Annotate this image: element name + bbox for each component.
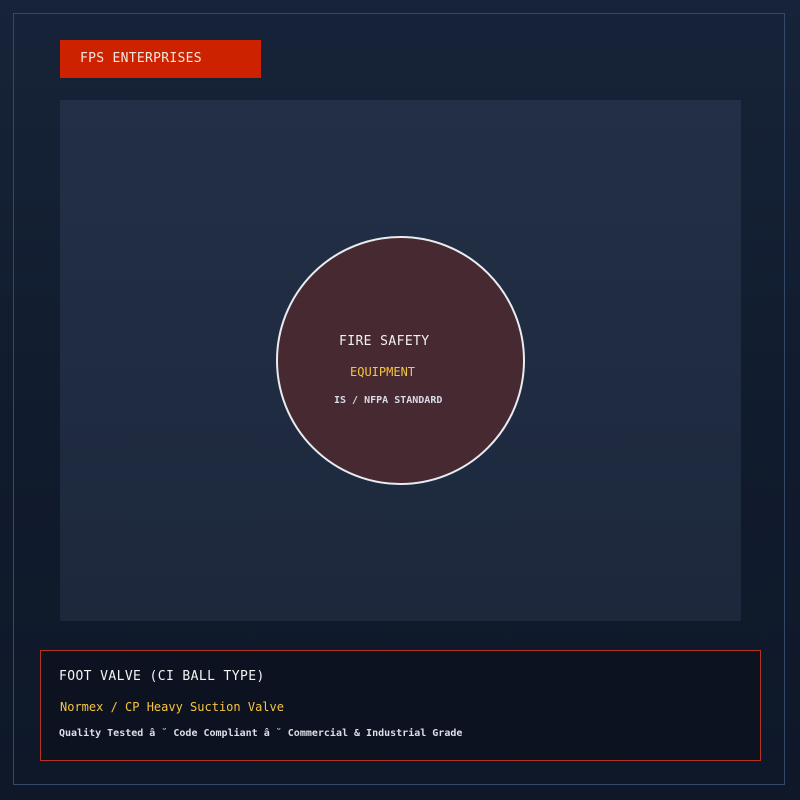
emblem-title: FIRE SAFETY bbox=[339, 334, 430, 349]
brand-badge: FPS ENTERPRISES bbox=[60, 40, 261, 78]
product-title: FOOT VALVE (CI BALL TYPE) bbox=[59, 669, 265, 684]
emblem-circle bbox=[276, 236, 525, 485]
product-subtitle: Normex / CP Heavy Suction Valve bbox=[60, 700, 284, 714]
emblem-standard: IS / NFPA STANDARD bbox=[334, 395, 443, 406]
product-tagline: Quality Tested â ˘ Code Compliant â ˘ Co… bbox=[59, 728, 463, 739]
poster-frame: FPS ENTERPRISES FIRE SAFETY EQUIPMENT IS… bbox=[0, 0, 800, 800]
emblem-subtitle: EQUIPMENT bbox=[350, 365, 416, 379]
